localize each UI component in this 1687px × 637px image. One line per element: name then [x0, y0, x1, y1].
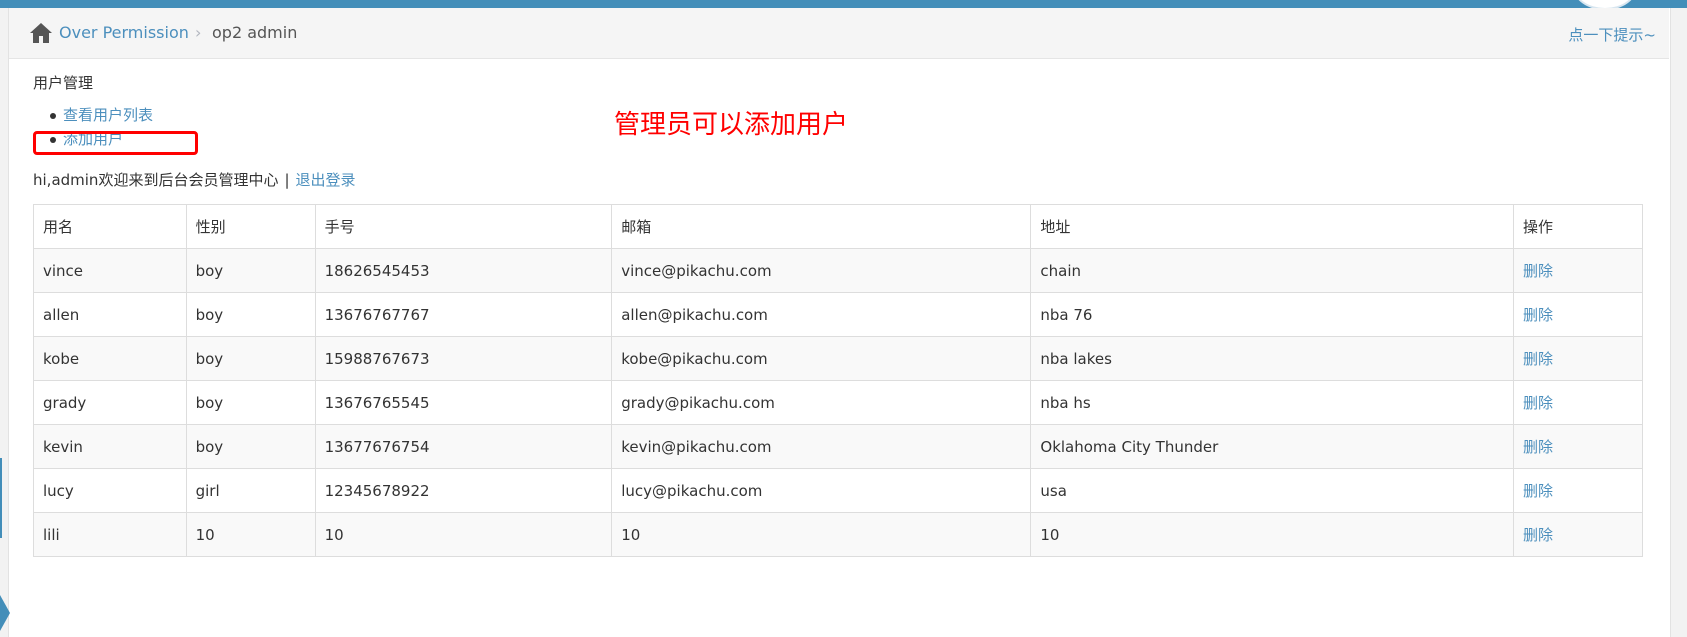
home-icon[interactable] — [29, 22, 53, 44]
delete-link[interactable]: 删除 — [1523, 482, 1553, 500]
cell-email: vince@pikachu.com — [611, 248, 1032, 293]
cell-action: 删除 — [1512, 380, 1644, 425]
cell-phone: 12345678922 — [314, 468, 613, 513]
sidebar-toggle-icon[interactable] — [0, 595, 10, 631]
cell-name: allen — [33, 292, 187, 337]
delete-link[interactable]: 删除 — [1523, 350, 1553, 368]
highlight-box — [33, 131, 198, 155]
cell-sex: boy — [185, 424, 316, 469]
cell-email: grady@pikachu.com — [611, 380, 1032, 425]
cell-phone: 13676767767 — [314, 292, 613, 337]
cell-address: nba 76 — [1030, 292, 1514, 337]
table-row: kobe boy 15988767673 kobe@pikachu.com nb… — [33, 336, 1644, 381]
cell-name: lili — [33, 512, 187, 557]
table-row: vince boy 18626545453 vince@pikachu.com … — [33, 248, 1644, 293]
welcome-text: hi,admin欢迎来到后台会员管理中心 — [33, 171, 279, 189]
logout-link[interactable]: 退出登录 — [296, 171, 356, 189]
cell-phone: 18626545453 — [314, 248, 613, 293]
section-title: 用户管理 — [33, 74, 94, 92]
cell-sex: boy — [185, 248, 316, 293]
table-row: allen boy 13676767767 allen@pikachu.com … — [33, 292, 1644, 337]
table-row: lucy girl 12345678922 lucy@pikachu.com u… — [33, 468, 1644, 513]
sidebar-indicator — [0, 458, 2, 538]
cell-action: 删除 — [1512, 468, 1644, 513]
welcome-separator: | — [284, 171, 290, 189]
delete-link[interactable]: 删除 — [1523, 262, 1553, 280]
cell-email: allen@pikachu.com — [611, 292, 1032, 337]
cell-action: 删除 — [1512, 424, 1644, 469]
column-header-sex: 性别 — [185, 204, 316, 249]
cell-name: kobe — [33, 336, 187, 381]
cell-phone: 15988767673 — [314, 336, 613, 381]
cell-action: 删除 — [1512, 248, 1644, 293]
cell-address: nba lakes — [1030, 336, 1514, 381]
cell-address: Oklahoma City Thunder — [1030, 424, 1514, 469]
column-header-phone: 手号 — [314, 204, 613, 249]
table-row: kevin boy 13677676754 kevin@pikachu.com … — [33, 424, 1644, 469]
breadcrumb-link-over-permission[interactable]: Over Permission — [59, 23, 189, 42]
user-list-link[interactable]: 查看用户列表 — [63, 106, 153, 124]
cell-email: kobe@pikachu.com — [611, 336, 1032, 381]
table-row: grady boy 13676765545 grady@pikachu.com … — [33, 380, 1644, 425]
cell-sex: boy — [185, 292, 316, 337]
cell-email: kevin@pikachu.com — [611, 424, 1032, 469]
cell-name: kevin — [33, 424, 187, 469]
delete-link[interactable]: 删除 — [1523, 306, 1553, 324]
cell-address: chain — [1030, 248, 1514, 293]
column-header-address: 地址 — [1030, 204, 1514, 249]
column-header-email: 邮箱 — [611, 204, 1032, 249]
table-row: lili 10 10 10 10 删除 — [33, 512, 1644, 557]
column-header-name: 用名 — [33, 204, 187, 249]
cell-address: usa — [1030, 468, 1514, 513]
top-navbar — [0, 0, 1687, 8]
cell-name: vince — [33, 248, 187, 293]
cell-sex: boy — [185, 380, 316, 425]
breadcrumb-separator: › — [195, 23, 202, 42]
cell-email: 10 — [611, 512, 1032, 557]
cell-action: 删除 — [1512, 292, 1644, 337]
cell-phone: 10 — [314, 512, 613, 557]
cell-sex: 10 — [185, 512, 316, 557]
delete-link[interactable]: 删除 — [1523, 526, 1553, 544]
breadcrumb: Over Permission › op2 admin 点一下提示~ — [9, 8, 1669, 59]
cell-phone: 13676765545 — [314, 380, 613, 425]
delete-link[interactable]: 删除 — [1523, 438, 1553, 456]
sidebar-collapsed — [0, 8, 9, 637]
cell-sex: boy — [185, 336, 316, 381]
cell-name: grady — [33, 380, 187, 425]
welcome-line: hi,admin欢迎来到后台会员管理中心 | 退出登录 — [33, 169, 356, 190]
cell-phone: 13677676754 — [314, 424, 613, 469]
user-avatar-area[interactable] — [1543, 0, 1687, 10]
breadcrumb-current: op2 admin — [212, 23, 298, 42]
cell-address: nba hs — [1030, 380, 1514, 425]
cell-action: 删除 — [1512, 512, 1644, 557]
hint-link[interactable]: 点一下提示~ — [1568, 24, 1656, 45]
cell-name: lucy — [33, 468, 187, 513]
delete-link[interactable]: 删除 — [1523, 394, 1553, 412]
column-header-action: 操作 — [1512, 204, 1644, 249]
table-header-row: 用名 性别 手号 邮箱 地址 操作 — [33, 204, 1644, 249]
menu-item-user-list: 查看用户列表 — [33, 104, 153, 128]
cell-action: 删除 — [1512, 336, 1644, 381]
user-table: 用名 性别 手号 邮箱 地址 操作 vince boy 18626545453 … — [33, 204, 1644, 557]
annotation-text: 管理员可以添加用户 — [614, 110, 849, 140]
cell-email: lucy@pikachu.com — [611, 468, 1032, 513]
cell-sex: girl — [185, 468, 316, 513]
scrollbar[interactable] — [1670, 8, 1687, 637]
cell-address: 10 — [1030, 512, 1514, 557]
